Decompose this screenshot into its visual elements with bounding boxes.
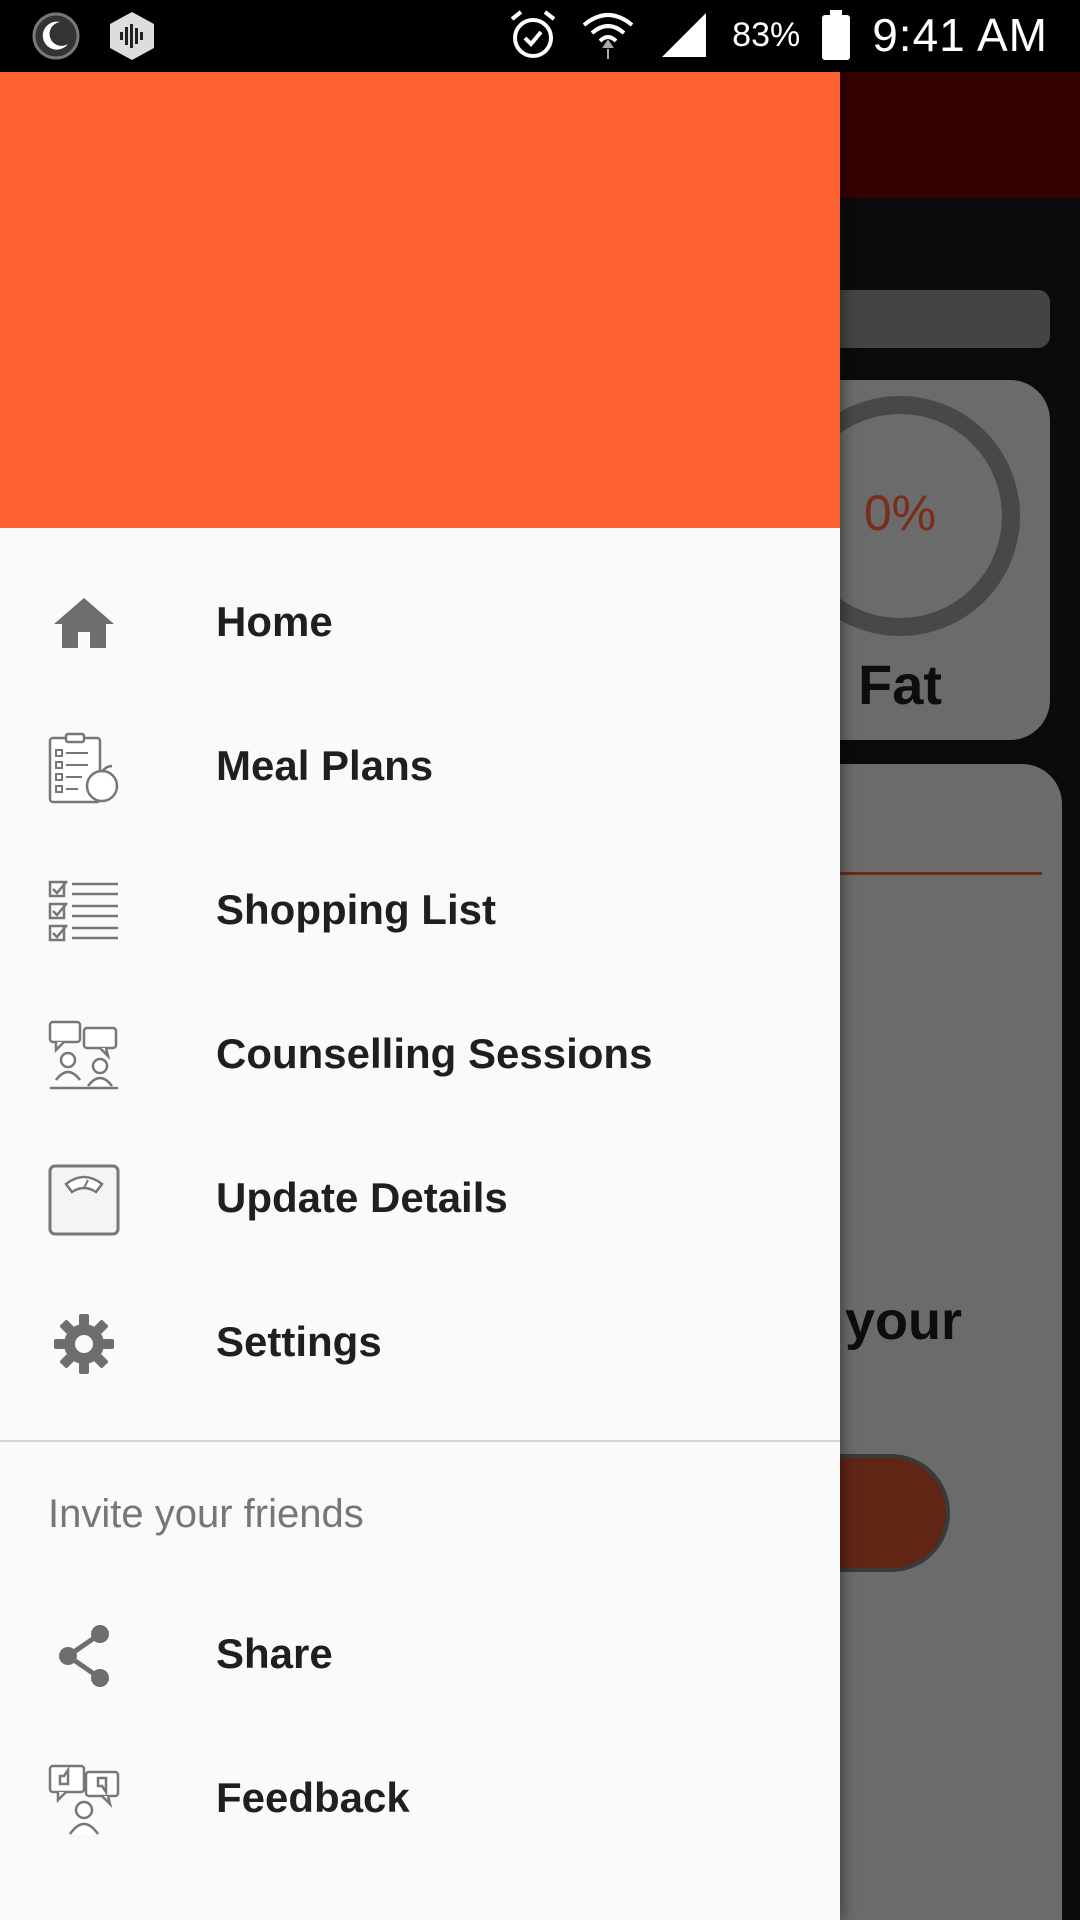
feedback-icon xyxy=(48,1764,120,1835)
wifi-icon xyxy=(582,13,634,59)
menu-item-meal-plans[interactable]: Meal Plans xyxy=(0,696,840,840)
menu-item-share[interactable]: Share xyxy=(0,1584,840,1728)
menu-item-label: Home xyxy=(216,598,333,645)
battery-percentage: 83% xyxy=(732,15,801,54)
menu-item-shopping-list[interactable]: Shopping List xyxy=(0,840,840,984)
screen: 83% 9:41 AM 0% Fat your Home Meal Plans … xyxy=(0,0,1080,1920)
weighing-scale-icon xyxy=(48,1164,120,1236)
status-bar: 83% 9:41 AM xyxy=(0,0,1080,72)
night-mode-icon xyxy=(32,12,80,60)
share-icon xyxy=(59,1625,109,1687)
battery-icon xyxy=(822,10,851,60)
menu-item-label: Shopping List xyxy=(216,886,496,933)
card-text: your xyxy=(844,1291,962,1351)
alarm-icon xyxy=(510,10,556,58)
menu-item-label: Counselling Sessions xyxy=(216,1030,653,1077)
gear-icon xyxy=(54,1314,114,1374)
menu-item-update-details[interactable]: Update Details xyxy=(0,1128,840,1272)
app-notification-icon xyxy=(110,12,154,60)
drawer-header xyxy=(0,72,840,528)
meal-plan-icon xyxy=(48,732,119,804)
menu-item-label: Settings xyxy=(216,1318,382,1365)
menu-item-settings[interactable]: Settings xyxy=(0,1272,840,1416)
menu-item-home[interactable]: Home xyxy=(0,552,840,696)
menu-item-label: Update Details xyxy=(216,1174,508,1221)
menu-item-label: Share xyxy=(216,1630,333,1677)
menu-item-label: Feedback xyxy=(216,1774,410,1821)
clock: 9:41 AM xyxy=(872,9,1048,61)
checklist-icon xyxy=(48,880,118,942)
counselling-icon xyxy=(48,1020,118,1090)
menu-divider xyxy=(0,1440,840,1442)
home-icon xyxy=(54,598,114,648)
cellular-signal-icon xyxy=(662,13,707,57)
menu-item-feedback[interactable]: Feedback xyxy=(0,1728,840,1872)
navigation-drawer: Home Meal Plans Shopping List Counsellin… xyxy=(0,72,840,1920)
menu-item-label: Meal Plans xyxy=(216,742,434,789)
invite-section-title: Invite your friends xyxy=(48,1492,364,1536)
menu-item-counselling-sessions[interactable]: Counselling Sessions xyxy=(0,984,840,1128)
